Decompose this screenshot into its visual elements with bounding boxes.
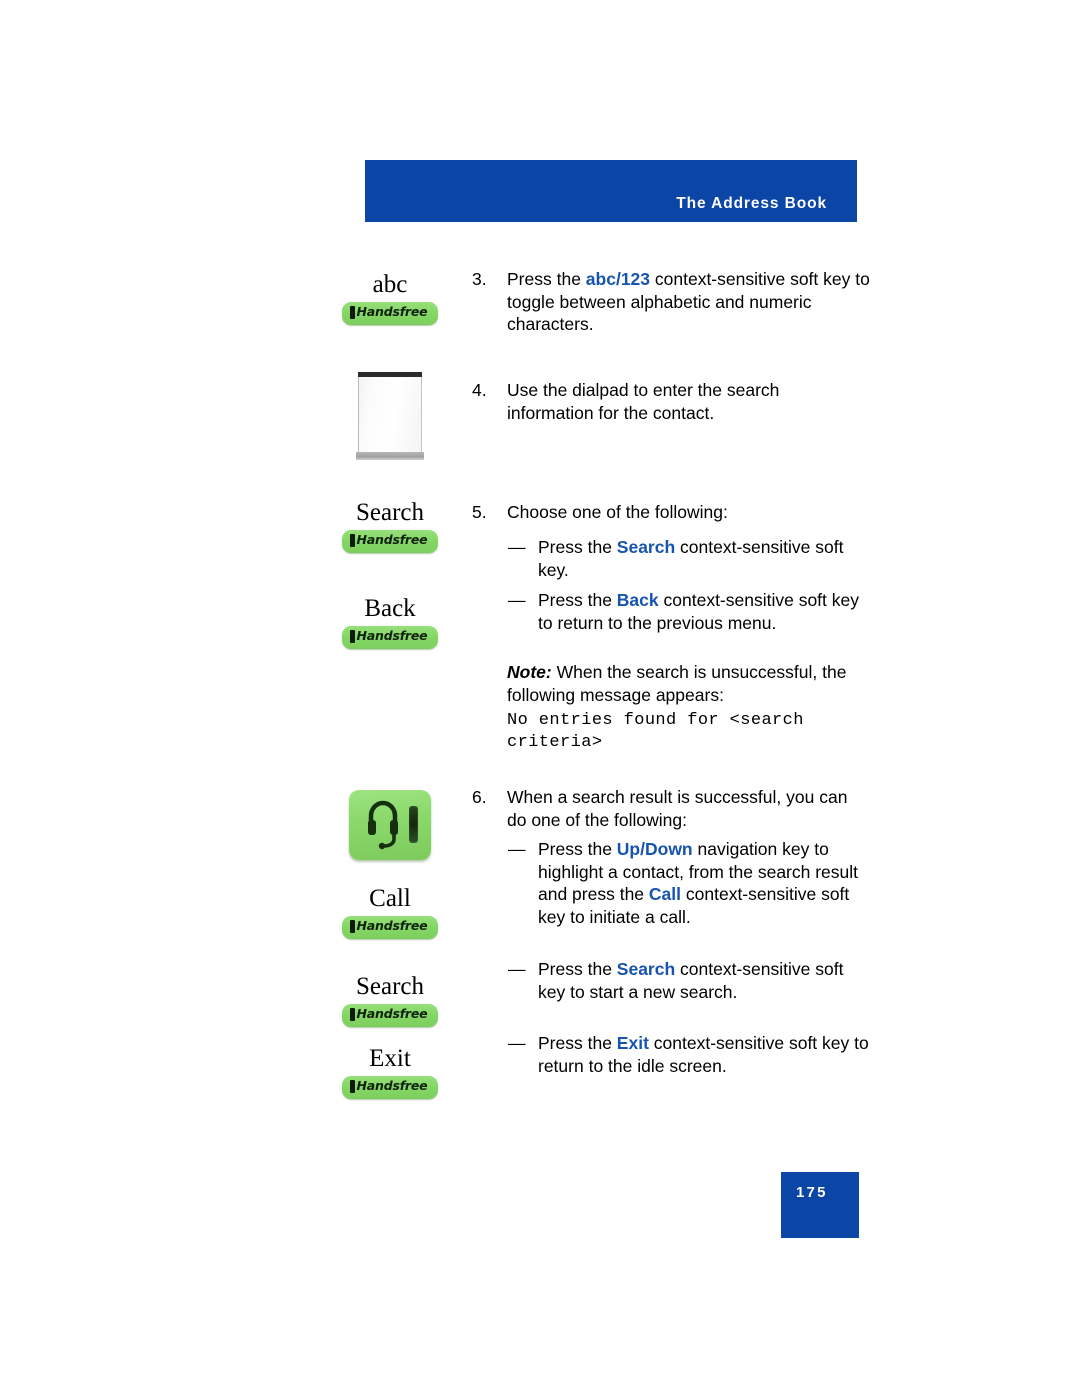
keycap-dialpad	[300, 372, 480, 460]
header-banner: The Address Book	[365, 160, 857, 222]
step-3: 3. Press the abc/123 context-sensitive s…	[470, 268, 870, 336]
handsfree-bar-icon	[349, 1008, 355, 1022]
note-body-text: When the search is unsuccessful, the fol…	[507, 662, 847, 705]
keyword-search: Search	[616, 537, 676, 557]
dialpad-key-icon	[356, 372, 424, 460]
handsfree-label: Handsfree	[356, 918, 428, 934]
step-5: 5. Choose one of the following:	[470, 501, 870, 524]
page-number-box: 175	[781, 1172, 859, 1238]
handsfree-label: Handsfree	[356, 1006, 428, 1022]
keyword-search: Search	[616, 959, 676, 979]
keycap-label-back: Back	[364, 595, 416, 622]
bullet-dash: —	[508, 590, 526, 610]
page-number: 175	[796, 1184, 828, 1201]
step-5-bullet-2: — Press the Back context-sensitive soft …	[470, 589, 870, 634]
keyword-abc-123: abc/123	[585, 269, 651, 289]
step-text: Press the abc/123 context-sensitive soft…	[507, 268, 870, 336]
navigation-key-bar-icon	[409, 806, 418, 843]
bullet-dash: —	[508, 537, 526, 557]
keyword-call: Call	[648, 884, 682, 905]
step-number: 5.	[472, 502, 487, 522]
document-page: The Address Book abc Handsfree Search Ha…	[0, 0, 1080, 1397]
keycap-search-1: Search Handsfree	[300, 499, 480, 554]
bullet-text: Press the Exit context-sensitive soft ke…	[538, 1032, 870, 1077]
keyword-exit: Exit	[616, 1033, 649, 1053]
handsfree-softkey-icon: Handsfree	[341, 302, 439, 326]
keyword-back: Back	[616, 590, 659, 610]
keycap-call: Call Handsfree	[300, 885, 480, 940]
keycap-back: Back Handsfree	[300, 595, 480, 650]
step-text: Choose one of the following:	[507, 502, 728, 522]
step-6-bullet-3: — Press the Exit context-sensitive soft …	[470, 1032, 870, 1077]
handsfree-softkey-icon: Handsfree	[341, 916, 439, 940]
keycap-label-exit: Exit	[369, 1045, 411, 1072]
bullet-text-before: Press the	[538, 839, 617, 859]
step-5-bullet-1: — Press the Search context-sensitive sof…	[470, 536, 870, 581]
handsfree-softkey-icon: Handsfree	[341, 1004, 439, 1028]
step-number: 3.	[472, 269, 487, 289]
keycap-label-abc: abc	[372, 271, 408, 298]
keycap-label-search-1: Search	[355, 499, 425, 526]
bullet-text-before: Press the	[538, 590, 617, 610]
handsfree-softkey-icon: Handsfree	[341, 1076, 439, 1100]
keycap-search-2: Search Handsfree	[300, 973, 480, 1028]
keycap-exit: Exit Handsfree	[300, 1045, 480, 1100]
keycap-abc: abc Handsfree	[300, 271, 480, 326]
handsfree-softkey-icon: Handsfree	[341, 626, 439, 650]
bullet-text: Press the Search context-sensitive soft …	[538, 958, 870, 1003]
note-message: No entries found for <search criteria>	[507, 711, 804, 753]
page-title: The Address Book	[676, 195, 827, 212]
handsfree-bar-icon	[349, 630, 355, 644]
step-number: 6.	[472, 787, 487, 807]
keycap-label-call: Call	[369, 885, 411, 912]
keycap-label-search-2: Search	[355, 973, 425, 1000]
step-number: 4.	[472, 380, 487, 400]
handsfree-bar-icon	[349, 1080, 355, 1094]
handsfree-label: Handsfree	[356, 532, 428, 548]
bullet-dash: —	[508, 1033, 526, 1053]
handsfree-label: Handsfree	[356, 628, 428, 644]
keyword-up-down: Up/Down	[616, 839, 693, 859]
headset-glyph	[368, 800, 398, 850]
step-text-before: Press the	[507, 269, 586, 289]
handsfree-label: Handsfree	[356, 304, 428, 320]
handsfree-label: Handsfree	[356, 1078, 428, 1094]
bullet-text: Press the Back context-sensitive soft ke…	[538, 589, 870, 634]
step-4: 4. Use the dialpad to enter the search i…	[470, 379, 870, 424]
step-text: When a search result is successful, you …	[507, 787, 848, 830]
note-text: Note: When the search is unsuccessful, t…	[507, 661, 870, 706]
bullet-text-before: Press the	[538, 959, 617, 979]
keycap-navigation	[300, 790, 480, 865]
handsfree-bar-icon	[349, 534, 355, 548]
bullet-text-before: Press the	[538, 1033, 617, 1053]
step-text: Use the dialpad to enter the search info…	[507, 380, 780, 423]
handsfree-bar-icon	[349, 920, 355, 934]
handsfree-softkey-icon: Handsfree	[341, 530, 439, 554]
note-label: Note:	[507, 662, 552, 682]
bullet-dash: —	[508, 959, 526, 979]
headset-icon	[366, 800, 400, 855]
bullet-text: Press the Up/Down navigation key to high…	[538, 838, 870, 928]
handsfree-bar-icon	[349, 306, 355, 320]
step-6-bullet-2: — Press the Search context-sensitive sof…	[470, 958, 870, 1003]
bullet-dash: —	[508, 839, 526, 859]
note-block: Note: When the search is unsuccessful, t…	[470, 661, 870, 754]
bullet-text-before: Press the	[538, 537, 617, 557]
bullet-text: Press the Search context-sensitive soft …	[538, 536, 870, 581]
step-6-bullet-1: — Press the Up/Down navigation key to hi…	[470, 838, 870, 928]
navigation-key-icon	[349, 790, 431, 860]
step-6: 6. When a search result is successful, y…	[470, 786, 870, 831]
